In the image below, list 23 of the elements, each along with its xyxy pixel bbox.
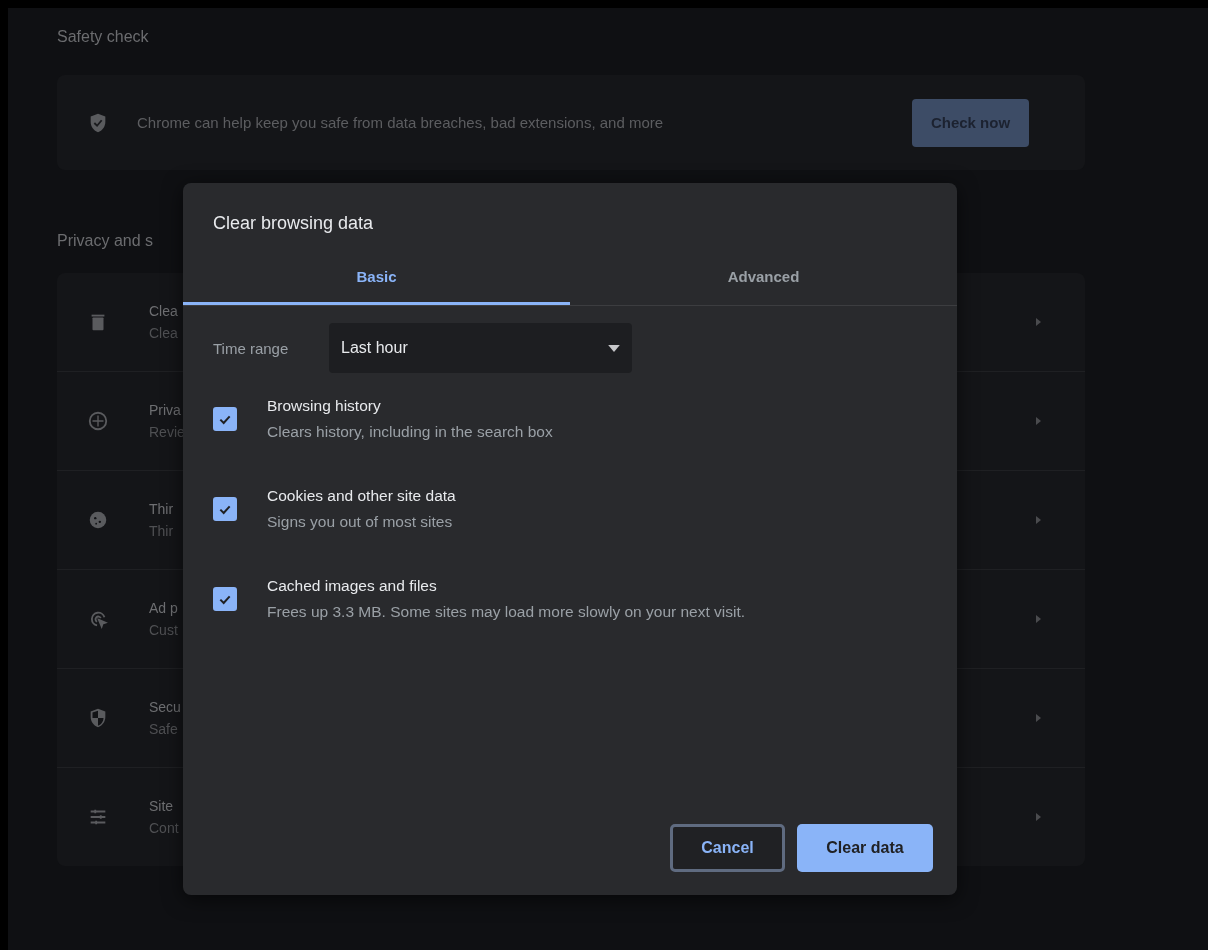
row-title: Priva xyxy=(149,402,181,418)
section-heading: Privacy and s xyxy=(57,232,155,251)
row-subtitle: Revie xyxy=(149,424,185,440)
option-title: Browsing history xyxy=(267,397,381,415)
row-subtitle: Clea xyxy=(149,325,178,341)
time-range-label: Time range xyxy=(213,339,290,357)
row-subtitle: Cont xyxy=(149,820,179,836)
row-subtitle: Cust xyxy=(149,622,178,638)
row-title: Secu xyxy=(149,699,181,715)
dialog-title: Clear browsing data xyxy=(212,212,375,235)
row-subtitle: Thir xyxy=(149,523,174,539)
section-heading: Safety check xyxy=(57,28,150,47)
row-title: Clea xyxy=(149,303,178,319)
option-title: Cookies and other site data xyxy=(267,487,456,505)
safety-check-description: Chrome can help keep you safe from data breaches, bad extensions, and more xyxy=(137,114,665,131)
option-description: Clears history, including in the search box xyxy=(267,423,553,441)
option-description: Frees up 3.3 MB. Some sites may load more slowly on your next visit. xyxy=(267,603,746,621)
row-title: Ad p xyxy=(149,600,178,616)
row-title: Thir xyxy=(149,501,174,517)
option-title: Cached images and files xyxy=(267,577,437,595)
row-title: Site xyxy=(149,798,174,814)
option-description: Signs you out of most sites xyxy=(267,513,453,531)
row-subtitle: Safe xyxy=(149,721,178,737)
